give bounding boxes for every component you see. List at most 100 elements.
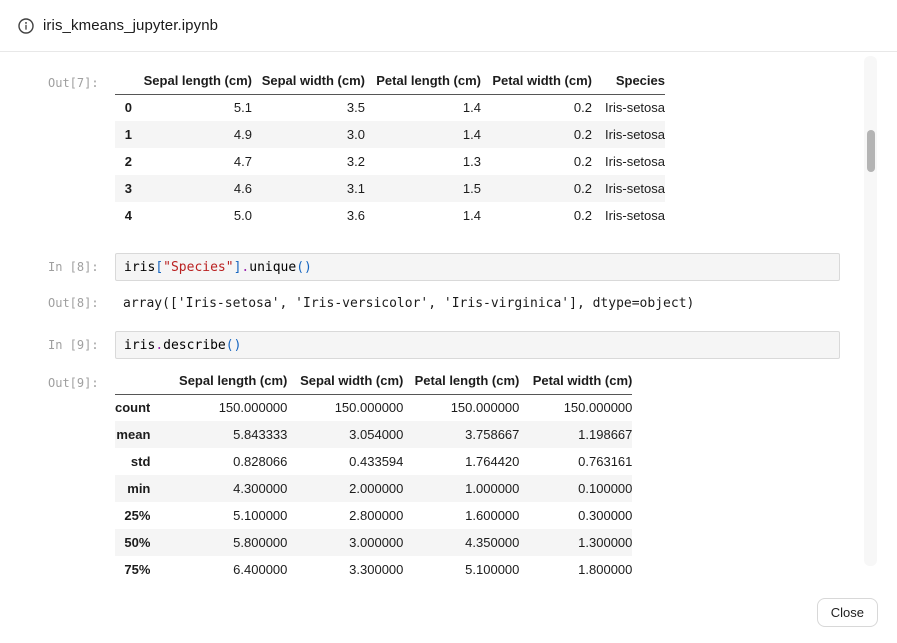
row-index: 75% [115,556,150,583]
table-row: mean5.8433333.0540003.7586671.198667 [115,421,632,448]
code-token: . [155,338,163,353]
table-cell: 150.000000 [150,394,287,421]
scrollbar-thumb[interactable] [867,130,875,172]
out-prompt-label: Out[9]: [48,368,115,390]
table-cell: 150.000000 [519,394,632,421]
table-cell: 4.7 [132,148,252,175]
table-cell: 4.9 [132,121,252,148]
table-cell: 0.300000 [519,502,632,529]
input-cell-8: In [8]: iris["Species"].unique() [48,253,897,281]
table-cell: 2.800000 [287,502,403,529]
table-cell: 3.0 [252,121,365,148]
out-prompt-label: Out[8]: [48,288,115,310]
table-cell: 1.4 [365,94,481,121]
table-cell: 0.2 [481,175,592,202]
iris-head-table: Sepal length (cm)Sepal width (cm)Petal l… [115,68,665,229]
table-cell: 0.828066 [150,448,287,475]
table-cell: 3.1 [252,175,365,202]
row-index: count [115,394,150,421]
row-index: 1 [115,121,132,148]
table-cell: 1.000000 [403,475,519,502]
row-index: 2 [115,148,132,175]
in-prompt-label: In [9]: [48,331,115,352]
file-title: iris_kmeans_jupyter.ipynb [43,17,218,34]
table-cell: 6.400000 [150,556,287,583]
row-index: 50% [115,529,150,556]
table-cell: 150.000000 [287,394,403,421]
table-cell: 3.054000 [287,421,403,448]
output-cell-8: Out[8]: array(['Iris-setosa', 'Iris-vers… [48,288,897,311]
close-button[interactable]: Close [817,598,878,627]
table-cell: 1.198667 [519,421,632,448]
code-token: ) [304,260,312,275]
notebook-preview: Out[7]: Sepal length (cm)Sepal width (cm… [0,52,897,643]
code-token: ] [234,260,242,275]
table-cell: 5.800000 [150,529,287,556]
table-cell: 1.800000 [519,556,632,583]
table-cell: 0.763161 [519,448,632,475]
column-header: Petal width (cm) [481,68,592,94]
table-row: std0.8280660.4335941.7644200.763161 [115,448,632,475]
table-cell: 0.100000 [519,475,632,502]
table-cell: 150.000000 [403,394,519,421]
table-row: 24.73.21.30.2Iris-setosa [115,148,665,175]
table-cell: Iris-setosa [592,202,665,229]
iris-describe-table: Sepal length (cm)Sepal width (cm)Petal l… [115,368,632,583]
table-cell: 1.300000 [519,529,632,556]
code-token: "Species" [163,260,233,275]
table-row: 34.63.11.50.2Iris-setosa [115,175,665,202]
table-row: 05.13.51.40.2Iris-setosa [115,94,665,121]
row-index: 4 [115,202,132,229]
row-index: 3 [115,175,132,202]
table-row: 45.03.61.40.2Iris-setosa [115,202,665,229]
table-cell: 3.300000 [287,556,403,583]
table-cell: 4.350000 [403,529,519,556]
table-cell: 1.600000 [403,502,519,529]
scrollbar-track[interactable] [864,56,877,566]
code-token: unique [249,260,296,275]
table-cell: 3.5 [252,94,365,121]
table-cell: 3.758667 [403,421,519,448]
dialog-header: iris_kmeans_jupyter.ipynb [0,0,897,52]
table-cell: 1.4 [365,121,481,148]
table-row: min4.3000002.0000001.0000000.100000 [115,475,632,502]
table-cell: 5.100000 [403,556,519,583]
table-cell: 2.000000 [287,475,403,502]
column-header: Petal width (cm) [519,368,632,394]
header-row: Sepal length (cm)Sepal width (cm)Petal l… [115,68,665,94]
row-index: min [115,475,150,502]
table-cell: Iris-setosa [592,121,665,148]
index-corner [115,68,132,94]
table-cell: 3.000000 [287,529,403,556]
in-prompt-label: In [8]: [48,253,115,274]
column-header: Petal length (cm) [365,68,481,94]
code-token: iris [124,260,155,275]
row-index: std [115,448,150,475]
table-cell: 0.2 [481,202,592,229]
table-row: 75%6.4000003.3000005.1000001.800000 [115,556,632,583]
table-cell: Iris-setosa [592,175,665,202]
table-row: 50%5.8000003.0000004.3500001.300000 [115,529,632,556]
code-token: ( [296,260,304,275]
table-row: 25%5.1000002.8000001.6000000.300000 [115,502,632,529]
table-cell: 5.1 [132,94,252,121]
output-cell-9: Out[9]: Sepal length (cm)Sepal width (cm… [48,368,897,583]
row-index: mean [115,421,150,448]
code-token: iris [124,338,155,353]
row-index: 0 [115,94,132,121]
table-cell: 3.2 [252,148,365,175]
code-token: ) [234,338,242,353]
table-cell: Iris-setosa [592,148,665,175]
info-icon[interactable] [18,18,34,34]
output-cell-7: Out[7]: Sepal length (cm)Sepal width (cm… [48,68,897,229]
input-cell-9: In [9]: iris.describe() [48,331,897,359]
table-cell: 0.2 [481,94,592,121]
table-cell: Iris-setosa [592,94,665,121]
table-cell: 1.5 [365,175,481,202]
table-cell: 1.3 [365,148,481,175]
array-output-text: array(['Iris-setosa', 'Iris-versicolor',… [115,288,694,311]
table-cell: 1.4 [365,202,481,229]
table-cell: 5.843333 [150,421,287,448]
table-cell: 4.300000 [150,475,287,502]
table-row: count150.000000150.000000150.000000150.0… [115,394,632,421]
